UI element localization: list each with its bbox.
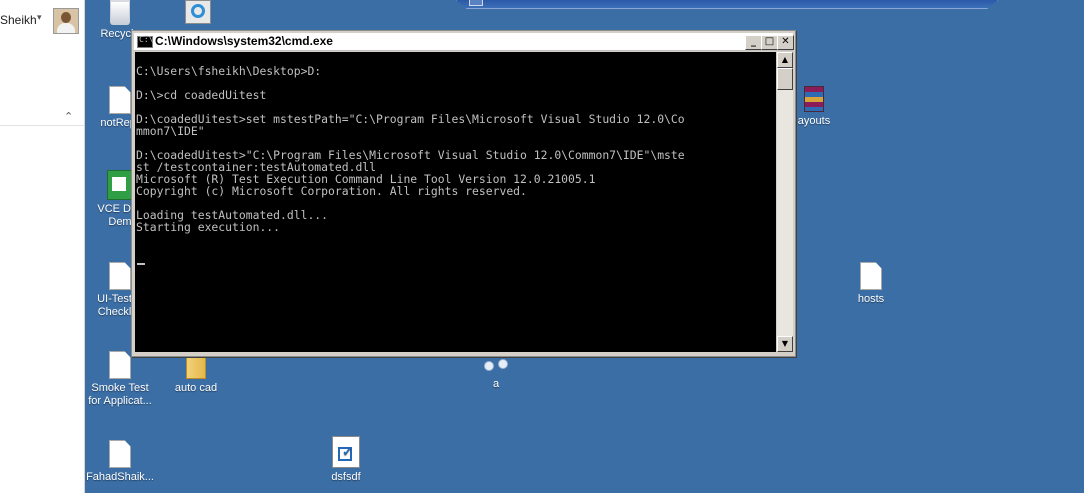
desktop-icon-label: auto cad xyxy=(174,382,218,394)
console-text: C:\Users\fsheikh\Desktop>D: D:\>cd coade… xyxy=(136,64,685,234)
background-window-button[interactable] xyxy=(469,0,483,6)
scroll-thumb[interactable] xyxy=(777,68,793,90)
setup-icon xyxy=(185,0,211,24)
close-button[interactable]: ✕ xyxy=(777,35,794,50)
vce-app-icon xyxy=(107,170,133,200)
text-cursor xyxy=(137,263,145,265)
document-icon xyxy=(860,262,882,290)
desktop-icon-label: for Applicat... xyxy=(88,395,152,407)
collapse-caret-icon[interactable]: ⌃ xyxy=(64,110,73,123)
console-icon-text: C:\ xyxy=(139,35,154,44)
vertical-scrollbar[interactable]: ▲ ▼ xyxy=(777,52,793,352)
desktop-icon-dsfsdf[interactable]: ✓ dsfsdf xyxy=(308,436,384,484)
document-icon xyxy=(109,440,131,468)
desktop-icon-smoke-test[interactable]: Smoke Test for Applicat... xyxy=(82,351,158,408)
document-icon xyxy=(109,262,131,290)
minimize-button[interactable]: _ xyxy=(745,35,762,50)
console-output[interactable]: C:\Users\fsheikh\Desktop>D: D:\>cd coade… xyxy=(135,52,776,352)
desktop-icon-label: hosts xyxy=(857,293,885,305)
maximize-button[interactable]: □ xyxy=(761,35,778,50)
network-icon xyxy=(482,357,510,375)
desktop-icon-label: Smoke Test xyxy=(91,382,149,394)
cmd-titlebar[interactable]: C:\ C:\Windows\system32\cmd.exe _ □ ✕ xyxy=(134,33,794,51)
document-icon xyxy=(109,86,131,114)
desktop-icon-label: a xyxy=(492,378,500,390)
panel-divider xyxy=(0,125,84,126)
desktop-icon-fahad[interactable]: FahadShaik... xyxy=(82,440,158,484)
recycle-bin-icon xyxy=(110,0,130,25)
scroll-down-button[interactable]: ▼ xyxy=(777,336,793,352)
desktop-icon-label: FahadShaik... xyxy=(86,471,154,483)
desktop-icon-setup[interactable] xyxy=(160,0,236,27)
explorer-side-panel: Sheikh ▾ ⌃ xyxy=(0,0,85,493)
scroll-up-button[interactable]: ▲ xyxy=(777,52,793,68)
cmd-window[interactable]: C:\ C:\Windows\system32\cmd.exe _ □ ✕ C:… xyxy=(131,30,796,357)
document-icon xyxy=(109,351,131,379)
checklist-document-icon: ✓ xyxy=(332,436,360,468)
background-window-titlebar[interactable] xyxy=(456,0,998,9)
avatar-head xyxy=(61,12,71,23)
window-title: C:\Windows\system32\cmd.exe xyxy=(155,34,333,48)
desktop-icon-a[interactable]: a xyxy=(458,357,534,391)
desktop-icon-label: dsfsdf xyxy=(331,471,361,483)
console-app-icon[interactable]: C:\ xyxy=(137,35,154,48)
desktop-icon-auto-cad[interactable]: auto cad xyxy=(158,351,234,395)
user-menu-caret-icon[interactable]: ▾ xyxy=(37,13,42,23)
desktop-icon-hosts[interactable]: hosts xyxy=(833,262,909,306)
winrar-archive-icon xyxy=(804,86,824,112)
avatar-body xyxy=(57,23,75,33)
user-avatar[interactable] xyxy=(53,8,79,34)
user-name[interactable]: Sheikh xyxy=(0,13,37,27)
